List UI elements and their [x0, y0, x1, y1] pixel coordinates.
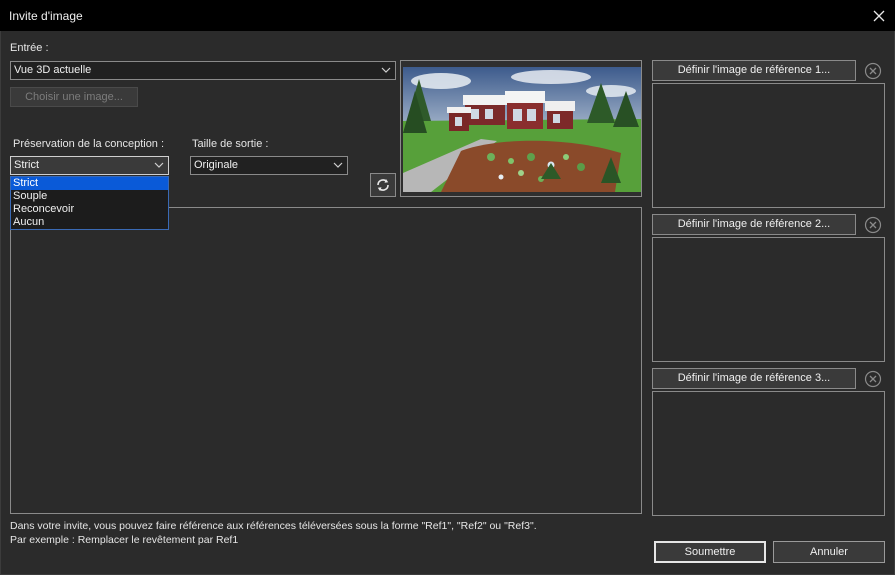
preservation-option-souple[interactable]: Souple [11, 190, 168, 203]
choose-image-button[interactable]: Choisir une image... [10, 87, 138, 107]
preservation-select[interactable]: Strict [10, 156, 169, 175]
preservation-label: Préservation de la conception : [13, 138, 165, 150]
output-size-select[interactable]: Originale [190, 156, 348, 175]
window-title: Invite d'image [9, 9, 83, 23]
reference-2-preview [652, 237, 885, 362]
house-render-image [401, 61, 641, 196]
preservation-option-strict[interactable]: Strict [11, 177, 168, 190]
clear-reference-2-button[interactable] [861, 214, 884, 235]
set-reference-3-button[interactable]: Définir l'image de référence 3... [652, 368, 856, 389]
title-bar: Invite d'image [0, 0, 895, 31]
chevron-down-icon [154, 162, 164, 168]
chevron-down-icon [333, 162, 343, 168]
preservation-option-aucun[interactable]: Aucun [11, 216, 168, 229]
preservation-dropdown-list: Strict Souple Reconcevoir Aucun [10, 176, 169, 230]
preservation-value: Strict [14, 159, 40, 171]
refresh-button[interactable] [370, 173, 396, 197]
hint-line-1: Dans votre invite, vous pouvez faire réf… [10, 520, 537, 532]
preservation-option-reconcevoir[interactable]: Reconcevoir [11, 203, 168, 216]
cancel-button[interactable]: Annuler [773, 541, 885, 563]
set-reference-1-button[interactable]: Définir l'image de référence 1... [652, 60, 856, 81]
clear-reference-1-button[interactable] [861, 60, 884, 81]
input-source-select[interactable]: Vue 3D actuelle [10, 61, 396, 80]
output-size-label: Taille de sortie : [192, 138, 269, 150]
close-icon [873, 10, 885, 21]
submit-button[interactable]: Soumettre [654, 541, 766, 563]
clear-circle-icon [864, 216, 881, 233]
output-size-value: Originale [194, 159, 239, 171]
close-button[interactable] [863, 0, 895, 31]
refresh-icon [377, 179, 389, 191]
chevron-down-icon [381, 67, 391, 73]
set-reference-2-button[interactable]: Définir l'image de référence 2... [652, 214, 856, 235]
clear-circle-icon [864, 62, 881, 79]
prompt-text-area[interactable] [10, 207, 642, 514]
clear-reference-3-button[interactable] [861, 368, 884, 389]
3d-view-preview [400, 60, 642, 197]
input-source-value: Vue 3D actuelle [14, 64, 92, 76]
clear-circle-icon [864, 370, 881, 387]
reference-3-preview [652, 391, 885, 516]
reference-1-preview [652, 83, 885, 208]
input-label: Entrée : [10, 42, 49, 54]
hint-line-2: Par exemple : Remplacer le revêtement pa… [10, 534, 239, 546]
